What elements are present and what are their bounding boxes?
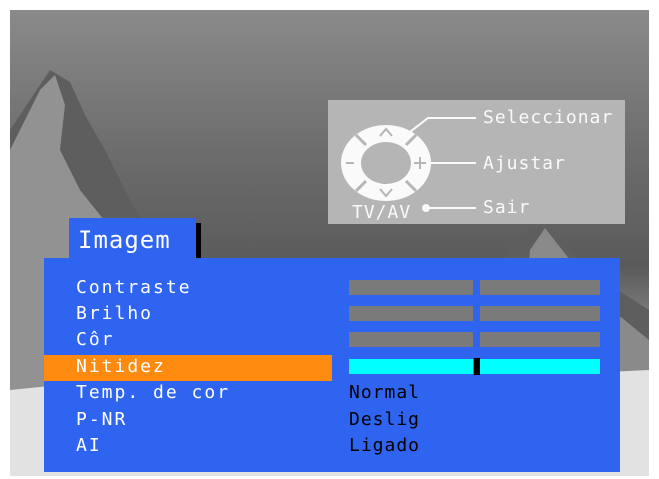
menu-item-nitidez[interactable]: Nitidez	[44, 355, 620, 381]
menu-item-value: Deslig	[349, 409, 421, 430]
menu-item-contraste[interactable]: Contraste	[44, 276, 620, 302]
menu-title: Imagem	[78, 226, 171, 254]
exit-label: Sair	[483, 197, 531, 218]
cor-level-bar[interactable]	[349, 332, 600, 347]
menu-item-brilho[interactable]: Brilho	[44, 302, 620, 328]
menu-item-label: Côr	[76, 329, 115, 350]
contraste-level-bar[interactable]	[349, 280, 600, 295]
menu-item-label: P-NR	[76, 409, 128, 430]
adjust-label: Ajustar	[483, 153, 566, 174]
select-label: Seleccionar	[483, 107, 614, 128]
menu-item-label: Brilho	[76, 303, 154, 324]
menu-item-label: Contraste	[76, 277, 192, 298]
menu-title-tab: Imagem	[69, 218, 196, 260]
brilho-level-bar[interactable]	[349, 306, 600, 321]
nitidez-level-bar[interactable]	[349, 358, 600, 375]
picture-menu-panel: Contraste Brilho Côr Nitidez Temp. de co…	[44, 258, 620, 472]
menu-item-ai[interactable]: AI Ligado	[44, 434, 620, 460]
menu-item-value: Ligado	[349, 435, 421, 456]
menu-item-label: Nitidez	[76, 356, 166, 377]
menu-item-p-nr[interactable]: P-NR Deslig	[44, 408, 620, 434]
menu-item-cor[interactable]: Côr	[44, 328, 620, 354]
button-guide-panel: Seleccionar Ajustar Sair TV/AV	[328, 100, 625, 224]
menu-item-temp-cor[interactable]: Temp. de cor Normal	[44, 381, 620, 407]
menu-item-value: Normal	[349, 382, 421, 403]
menu-item-label: Temp. de cor	[76, 382, 231, 403]
menu-item-label: AI	[76, 435, 102, 456]
tvav-label: TV/AV	[352, 202, 412, 223]
level-marker[interactable]	[474, 358, 480, 375]
